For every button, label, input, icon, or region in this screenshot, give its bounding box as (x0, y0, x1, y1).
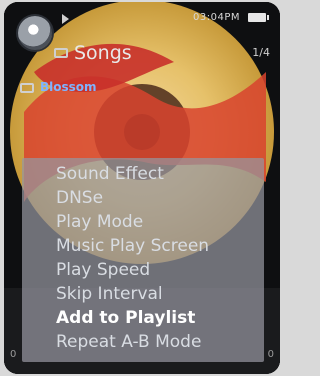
screen-title: Songs (74, 42, 132, 64)
title-row: Songs 1/4 (4, 42, 280, 66)
clock: 03:04PM (193, 12, 240, 23)
status-bar: 03:04PM (4, 2, 280, 50)
battery-icon (248, 13, 269, 22)
menu-item-dnse[interactable]: DNSe (56, 188, 103, 208)
device-screen: 03:04PM Songs 1/4 Blossom Sound Effect D… (4, 2, 280, 374)
menu-item-music-play-screen[interactable]: Music Play Screen (56, 236, 209, 256)
menu-item-sound-effect[interactable]: Sound Effect (56, 164, 164, 184)
folder-icon (54, 48, 68, 58)
menu-item-play-speed[interactable]: Play Speed (56, 260, 150, 280)
progress-end: 0 (267, 349, 274, 360)
menu-item-skip-interval[interactable]: Skip Interval (56, 284, 163, 304)
artist-label: Blossom (40, 80, 97, 94)
menu-item-repeat-ab-mode[interactable]: Repeat A-B Mode (56, 332, 201, 352)
menu-item-add-to-playlist[interactable]: Add to Playlist (56, 308, 195, 328)
options-menu[interactable]: Sound Effect DNSe Play Mode Music Play S… (22, 158, 264, 362)
track-counter: 1/4 (252, 46, 270, 59)
play-indicator-icon (62, 14, 69, 24)
note-icon (20, 83, 34, 93)
menu-item-play-mode[interactable]: Play Mode (56, 212, 143, 232)
progress-start: 0 (10, 349, 17, 360)
